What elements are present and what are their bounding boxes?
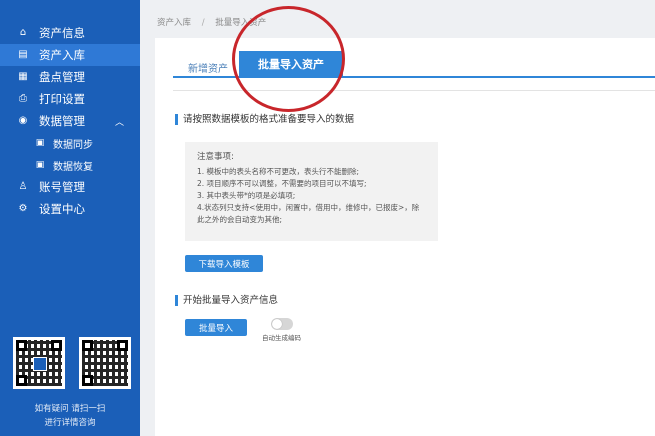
tab-batch-import[interactable]: 批量导入资产 bbox=[239, 51, 343, 76]
sidebar-item-data-restore[interactable]: ▣ 数据恢复 bbox=[0, 154, 140, 176]
help-text: 如有疑问 请扫一扫 进行详情咨询 bbox=[0, 402, 140, 430]
section-title-prepare-data: 请按照数据模板的格式准备要导入的数据 bbox=[175, 114, 354, 125]
help-text-line: 进行详情咨询 bbox=[44, 418, 96, 428]
breadcrumb-parent[interactable]: 资产入库 bbox=[157, 18, 191, 28]
notes-box: 注意事项: 1. 模板中的表头名称不可更改，表头行不能删除; 2. 项目顺序不可… bbox=[185, 142, 438, 241]
sidebar-item-label: 数据管理 bbox=[39, 114, 85, 128]
restore-icon: ▣ bbox=[35, 159, 45, 170]
clipboard-icon: ▦ bbox=[18, 71, 28, 82]
sidebar-item-account-management[interactable]: ♙ 账号管理 bbox=[0, 176, 140, 198]
tab-bar bbox=[173, 76, 655, 78]
sidebar-item-data-management[interactable]: ◉ 数据管理 ︿ bbox=[0, 110, 140, 132]
printer-icon: ⎙ bbox=[19, 93, 27, 104]
divider bbox=[173, 90, 655, 91]
user-icon: ♙ bbox=[18, 181, 28, 192]
notes-line: 4.状态列只支持<使用中，闲置中，借用中，维修中，已报废>，除 bbox=[197, 203, 420, 212]
sidebar-item-data-sync[interactable]: ▣ 数据同步 bbox=[0, 132, 140, 154]
chevron-up-icon: ︿ bbox=[114, 118, 124, 128]
sync-icon: ▣ bbox=[35, 137, 45, 148]
sidebar-item-settings-center[interactable]: ⚙ 设置中心 bbox=[0, 198, 140, 220]
sidebar-nav: ⌂ 资产信息 ▤ 资产入库 ▦ 盘点管理 ⎙ 打印设置 ◉ 数据管理 ︿ ▣ 数… bbox=[0, 22, 140, 220]
sidebar-item-asset-info[interactable]: ⌂ 资产信息 bbox=[0, 22, 140, 44]
document-icon: ▤ bbox=[18, 49, 28, 60]
qr-code-image bbox=[13, 337, 65, 389]
notes-line: 2. 项目顺序不可以调整，不需要的项目可以不填写; bbox=[197, 179, 367, 188]
database-icon: ◉ bbox=[18, 115, 28, 126]
notes-line: 1. 模板中的表头名称不可更改，表头行不能删除; bbox=[197, 167, 360, 176]
batch-import-button[interactable]: 批量导入 bbox=[185, 319, 247, 336]
sidebar-item-label: 账号管理 bbox=[39, 180, 85, 194]
notes-line: 此之外的会自动变为其他; bbox=[197, 215, 283, 224]
breadcrumb-current: 批量导入资产 bbox=[215, 18, 267, 28]
sidebar: ⌂ 资产信息 ▤ 资产入库 ▦ 盘点管理 ⎙ 打印设置 ◉ 数据管理 ︿ ▣ 数… bbox=[0, 0, 140, 436]
download-template-button[interactable]: 下载导入模板 bbox=[185, 255, 263, 272]
sidebar-item-label: 数据同步 bbox=[53, 139, 93, 151]
gear-icon: ⚙ bbox=[18, 203, 28, 214]
sidebar-item-label: 盘点管理 bbox=[39, 70, 85, 84]
breadcrumb: 资产入库 / 批量导入资产 bbox=[157, 16, 266, 28]
notes-line: 3. 其中表头带*的项是必填项; bbox=[197, 191, 296, 200]
sidebar-item-print-settings[interactable]: ⎙ 打印设置 bbox=[0, 88, 140, 110]
sidebar-item-label: 打印设置 bbox=[39, 92, 85, 106]
sidebar-item-label: 设置中心 bbox=[39, 202, 85, 216]
breadcrumb-separator: / bbox=[201, 18, 205, 28]
auto-code-toggle[interactable] bbox=[271, 318, 293, 330]
qr-codes bbox=[13, 337, 131, 389]
notes-title: 注意事项: bbox=[197, 152, 234, 162]
sidebar-item-label: 数据恢复 bbox=[53, 161, 93, 173]
toggle-knob bbox=[272, 319, 282, 329]
sidebar-item-asset-inbound[interactable]: ▤ 资产入库 bbox=[0, 44, 140, 66]
tab-new-asset[interactable]: 新增资产 bbox=[188, 60, 228, 75]
auto-code-toggle-label: 自动生成编码 bbox=[262, 334, 301, 342]
help-text-line: 如有疑问 请扫一扫 bbox=[34, 404, 106, 414]
home-icon: ⌂ bbox=[19, 27, 27, 38]
sidebar-item-label: 资产信息 bbox=[39, 26, 85, 40]
section-title-start-import: 开始批量导入资产信息 bbox=[175, 295, 278, 306]
sidebar-item-label: 资产入库 bbox=[39, 48, 85, 62]
content-panel: 新增资产 批量导入资产 请按照数据模板的格式准备要导入的数据 注意事项: 1. … bbox=[155, 38, 655, 436]
sidebar-item-inventory[interactable]: ▦ 盘点管理 bbox=[0, 66, 140, 88]
qr-code-image bbox=[79, 337, 131, 389]
